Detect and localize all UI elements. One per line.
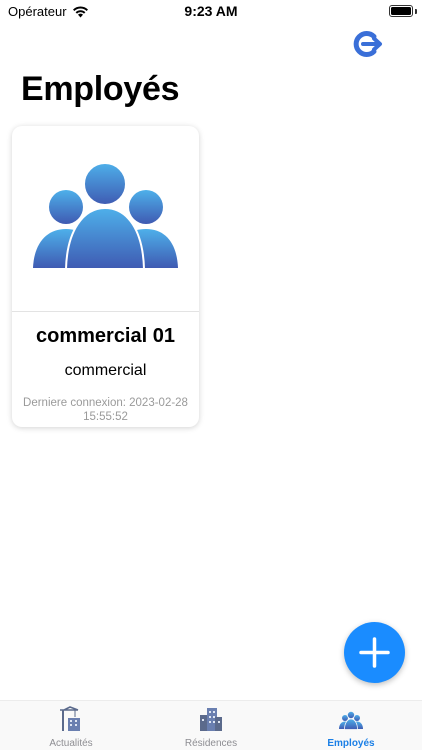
people-icon xyxy=(339,711,363,730)
status-bar: Opérateur 9:23 AM xyxy=(0,0,422,24)
card-divider xyxy=(12,311,199,312)
group-users-icon xyxy=(33,162,178,270)
tab-label: Actualités xyxy=(49,738,93,749)
tab-label: Résidences xyxy=(184,738,238,749)
buildings-icon xyxy=(200,708,222,731)
crane-building-icon xyxy=(60,706,80,731)
page-title: Employés xyxy=(21,70,180,108)
logout-icon xyxy=(353,31,382,57)
status-time: 9:23 AM xyxy=(184,3,238,19)
employee-role: commercial xyxy=(64,362,147,379)
employee-name: commercial 01 xyxy=(36,325,175,347)
add-employee-button[interactable] xyxy=(344,622,405,683)
tab-residences[interactable]: Résidences xyxy=(141,701,281,750)
plus-icon xyxy=(359,637,390,668)
tab-label: Employés xyxy=(327,738,375,749)
battery-icon xyxy=(389,5,413,17)
tab-bar: Actualités Résidences Employés xyxy=(0,700,422,750)
logout-button[interactable] xyxy=(352,29,384,59)
tab-actualites[interactable]: Actualités xyxy=(1,701,141,750)
tab-employes[interactable]: Employés xyxy=(281,701,421,750)
employee-last-login: Derniere connexion: 2023-02-28 15:55:52 xyxy=(23,397,188,423)
battery-cap xyxy=(415,9,417,14)
employee-card[interactable]: commercial 01 commercial Derniere connex… xyxy=(12,126,199,427)
